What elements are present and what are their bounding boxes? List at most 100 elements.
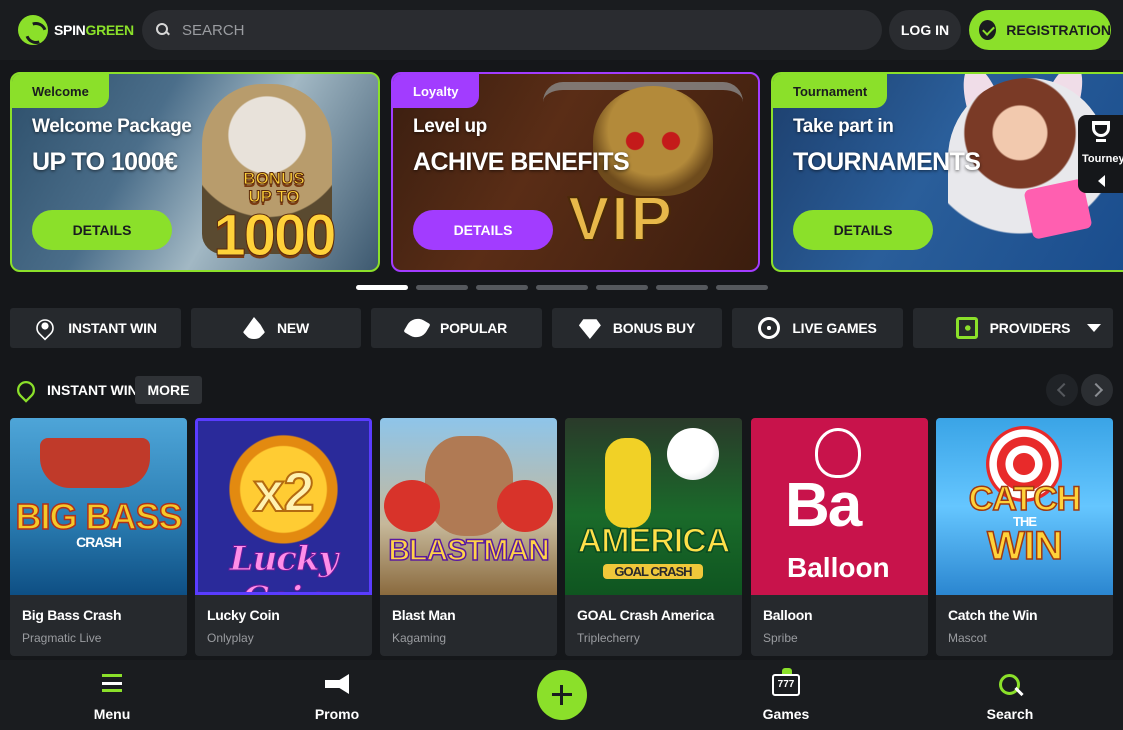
footballer-illustration xyxy=(605,438,651,528)
category-label: INSTANT WIN xyxy=(68,320,157,336)
category-new[interactable]: NEW xyxy=(191,308,361,348)
more-button[interactable]: MORE xyxy=(135,376,202,404)
registration-label: REGISTRATION xyxy=(1006,22,1111,38)
category-label: NEW xyxy=(276,320,310,336)
game-card[interactable]: Ba Balloon Balloon Spribe xyxy=(751,418,928,656)
carousel-pagination xyxy=(356,285,768,290)
carousel-dot[interactable] xyxy=(716,285,768,290)
banner-subtitle: Welcome Package xyxy=(32,116,192,137)
game-thumbnail[interactable]: CATCH THE WIN xyxy=(936,418,1113,595)
boxing-glove-icon xyxy=(384,480,440,532)
category-popular[interactable]: POPULAR xyxy=(371,308,542,348)
game-title: Big Bass Crash xyxy=(22,607,122,623)
carousel-dot[interactable] xyxy=(476,285,528,290)
game-provider: Spribe xyxy=(763,631,798,645)
carousel-dot[interactable] xyxy=(656,285,708,290)
scroll-left-button[interactable] xyxy=(1046,374,1078,406)
rocket-icon xyxy=(32,315,58,341)
plus-button[interactable] xyxy=(537,670,587,720)
game-card[interactable]: AMERICA GOAL CRASH GOAL Crash America Tr… xyxy=(565,418,742,656)
slot-machine-icon: 777 xyxy=(772,668,800,696)
game-card[interactable]: BIG BASS CRASH Big Bass Crash Pragmatic … xyxy=(10,418,187,656)
nav-label: Games xyxy=(762,706,810,722)
megaphone-icon xyxy=(325,674,349,694)
nav-menu[interactable]: Menu xyxy=(62,660,162,730)
category-label: LIVE GAMES xyxy=(792,320,877,336)
banner-tag: Tournament xyxy=(773,74,888,108)
banner-title: UP TO 1000€ xyxy=(32,148,178,176)
diamond-icon xyxy=(578,319,601,339)
tourney-label: Tourney xyxy=(1082,153,1123,165)
game-logo-art: Ba xyxy=(785,471,862,540)
carousel-dot[interactable] xyxy=(416,285,468,290)
rocket-icon xyxy=(13,377,39,403)
category-providers-dropdown[interactable]: PROVIDERS xyxy=(913,308,1113,348)
game-provider: Mascot xyxy=(948,631,987,645)
nav-promo[interactable]: Promo xyxy=(287,660,387,730)
nav-label: Promo xyxy=(314,706,360,722)
category-bonus-buy[interactable]: BONUS BUY xyxy=(552,308,722,348)
game-thumbnail[interactable]: BIG BASS CRASH xyxy=(10,418,187,595)
game-card[interactable]: CATCH THE WIN Catch the Win Mascot xyxy=(936,418,1113,656)
bonus-art-amount: 1000 xyxy=(213,203,337,268)
game-logo-art: AMERICA xyxy=(577,521,731,561)
game-provider: Triplecherry xyxy=(577,631,640,645)
game-logo-art-sub: GOAL CRASH xyxy=(603,564,703,579)
banner-subtitle: Level up xyxy=(413,116,487,137)
game-title: Catch the Win xyxy=(948,607,1038,623)
search-bar[interactable] xyxy=(142,10,882,50)
boxer-illustration xyxy=(425,436,513,536)
search-input[interactable] xyxy=(182,21,862,39)
nav-games[interactable]: 777 Games xyxy=(736,660,836,730)
game-title: Lucky Coin xyxy=(207,607,280,623)
registration-button[interactable]: REGISTRATION xyxy=(969,10,1111,50)
game-thumbnail[interactable]: Ba Balloon xyxy=(751,418,928,595)
banner-title: ACHIVE BENEFITS xyxy=(413,148,630,176)
game-provider: Onlyplay xyxy=(207,631,254,645)
banner-subtitle: Take part in xyxy=(793,116,894,137)
scroll-right-button[interactable] xyxy=(1081,374,1113,406)
details-button[interactable]: DETAILS xyxy=(793,210,933,250)
details-button[interactable]: DETAILS xyxy=(413,210,553,250)
skull-illustration xyxy=(593,86,713,196)
banner-tag: Welcome xyxy=(12,74,109,108)
soccer-ball-icon xyxy=(667,428,719,480)
login-button[interactable]: LOG IN xyxy=(889,10,961,50)
game-title: Balloon xyxy=(763,607,813,623)
boat-illustration xyxy=(40,438,150,488)
game-thumbnail[interactable]: BLASTMAN xyxy=(380,418,557,595)
banner-tournament[interactable]: Tournament Take part in TOURNAMENTS DETA… xyxy=(771,72,1123,272)
category-label: POPULAR xyxy=(439,320,508,336)
banner-welcome[interactable]: BONUS UP TO 1000 Welcome Welcome Package… xyxy=(10,72,380,272)
nav-label: Search xyxy=(986,706,1034,722)
game-logo-art-sub: Balloon xyxy=(787,552,890,583)
play-screen-icon xyxy=(955,317,978,339)
game-card[interactable]: x2 Lucky Coin Lucky Coin Onlyplay xyxy=(195,418,372,656)
carousel-dot[interactable] xyxy=(356,285,408,290)
section-title: INSTANT WIN xyxy=(47,382,138,398)
nav-search[interactable]: Search xyxy=(960,660,1060,730)
tourney-side-tab[interactable]: Tourney xyxy=(1078,115,1123,193)
chevron-left-icon[interactable] xyxy=(1098,175,1105,187)
game-thumbnail[interactable]: AMERICA GOAL CRASH xyxy=(565,418,742,595)
details-button[interactable]: DETAILS xyxy=(32,210,172,250)
game-title: GOAL Crash America xyxy=(577,607,714,623)
category-instant-win[interactable]: INSTANT WIN xyxy=(10,308,181,348)
search-icon xyxy=(156,23,170,37)
carousel-dot[interactable] xyxy=(536,285,588,290)
game-thumbnail[interactable]: x2 Lucky Coin xyxy=(195,418,372,595)
spingreen-logo[interactable]: SPINGREEN xyxy=(18,15,142,45)
game-card[interactable]: BLASTMAN Blast Man Kagaming xyxy=(380,418,557,656)
carousel-dot[interactable] xyxy=(596,285,648,290)
banner-loyalty[interactable]: VIP Loyalty Level up ACHIVE BENEFITS DET… xyxy=(391,72,760,272)
category-label: BONUS BUY xyxy=(612,320,696,336)
game-logo-art: BIG BASS xyxy=(15,495,184,538)
logo-text-green: GREEN xyxy=(85,22,134,38)
banner-title: TOURNAMENTS xyxy=(793,148,981,176)
game-logo-art-sub: Lucky Coin xyxy=(229,539,339,593)
category-live-games[interactable]: LIVE GAMES xyxy=(732,308,903,348)
pepper-icon xyxy=(403,314,431,342)
game-logo-art-sub2: WIN xyxy=(986,523,1063,569)
logo-icon xyxy=(18,15,48,45)
game-provider: Kagaming xyxy=(392,631,447,645)
